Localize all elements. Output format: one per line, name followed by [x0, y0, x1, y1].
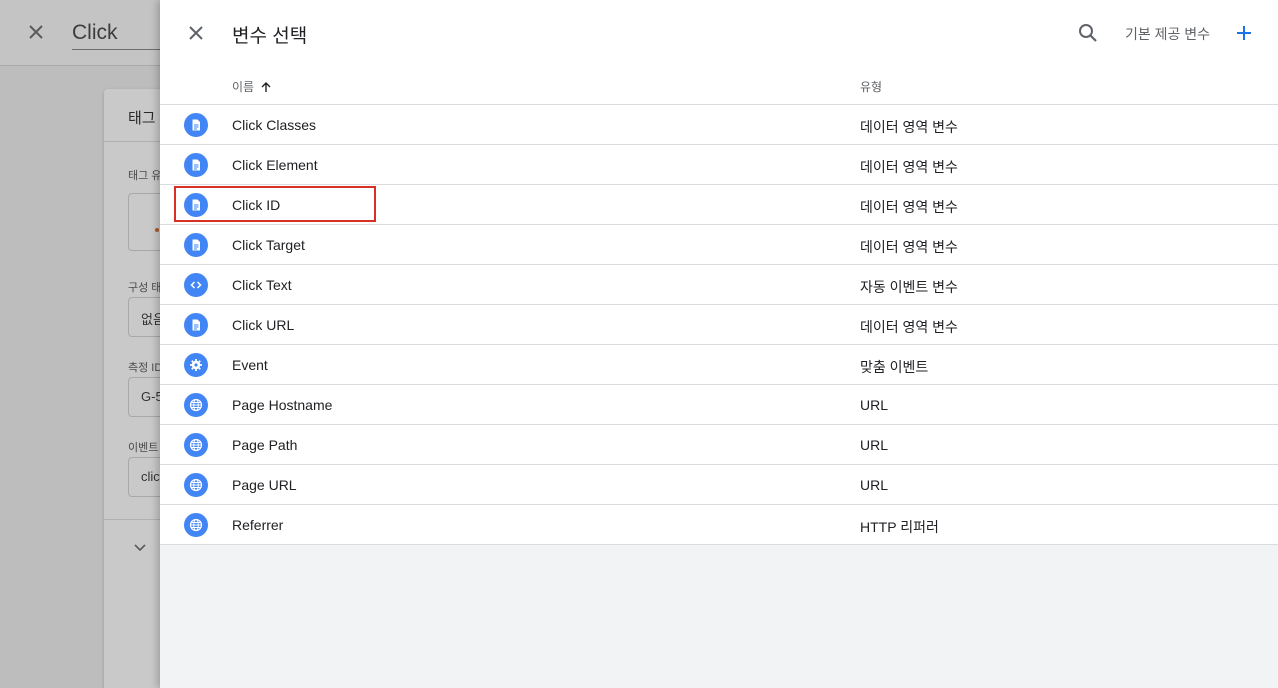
globe-icon — [184, 393, 208, 417]
variables-table: 이름 유형 Click Classes 데이터 영역 변수 Click Elemen… — [160, 66, 1278, 545]
table-row[interactable]: Click Classes 데이터 영역 변수 — [160, 105, 1278, 145]
table-row[interactable]: Page Hostname URL — [160, 385, 1278, 425]
variable-type: 데이터 영역 변수 — [860, 159, 958, 175]
table-row[interactable]: Click ID 데이터 영역 변수 — [160, 185, 1278, 225]
column-header-name-label: 이름 — [232, 80, 255, 94]
variable-name: Click URL — [232, 317, 295, 333]
gear-icon — [184, 353, 208, 377]
table-row[interactable]: Click URL 데이터 영역 변수 — [160, 305, 1278, 345]
globe-icon — [184, 433, 208, 457]
variable-type: 맞춤 이벤트 — [860, 359, 929, 375]
table-row[interactable]: Click Element 데이터 영역 변수 — [160, 145, 1278, 185]
document-icon — [184, 233, 208, 257]
arrow-up-icon — [261, 81, 271, 92]
add-icon[interactable] — [1232, 21, 1256, 45]
variable-type: URL — [860, 437, 889, 453]
background-label: 측정 ID — [128, 362, 163, 374]
variable-name: Referrer — [232, 517, 284, 533]
variable-select-panel: 변수 선택 기본 제공 변수 이름 유형 Click Classes 데이터 영역… — [160, 0, 1278, 688]
column-header-name[interactable]: 이름 — [232, 78, 272, 95]
variable-type: URL — [860, 477, 889, 493]
document-icon — [184, 313, 208, 337]
panel-title: 변수 선택 — [232, 26, 308, 47]
variable-type: 자동 이벤트 변수 — [860, 279, 958, 295]
globe-icon — [184, 473, 208, 497]
variable-type: 데이터 영역 변수 — [860, 119, 958, 135]
variable-type: 데이터 영역 변수 — [860, 319, 958, 335]
variable-name: Click ID — [232, 197, 281, 213]
document-icon — [184, 113, 208, 137]
table-row[interactable]: Referrer HTTP 리퍼러 — [160, 505, 1278, 545]
dot — [155, 228, 159, 232]
table-row[interactable]: Page URL URL — [160, 465, 1278, 505]
variable-name: Page URL — [232, 477, 297, 493]
table-row[interactable]: Event 맞춤 이벤트 — [160, 345, 1278, 385]
variable-type: 데이터 영역 변수 — [860, 199, 958, 215]
chevron-down-icon — [132, 539, 148, 555]
globe-icon — [184, 513, 208, 537]
variable-name: Click Classes — [232, 117, 317, 133]
document-icon — [184, 153, 208, 177]
variable-name: Click Target — [232, 237, 305, 253]
variable-type: URL — [860, 397, 889, 413]
background-card-title: 태그 — [128, 110, 156, 127]
table-header: 이름 유형 — [160, 66, 1278, 105]
document-icon — [184, 193, 208, 217]
variable-type: HTTP 리퍼러 — [860, 519, 939, 535]
background-label: 태그 유 — [128, 170, 162, 182]
background-close-icon — [24, 20, 48, 44]
variable-name: Click Element — [232, 157, 318, 173]
variable-type: 데이터 영역 변수 — [860, 239, 958, 255]
builtin-variables-button[interactable]: 기본 제공 변수 — [1125, 24, 1210, 44]
variable-name: Click Text — [232, 277, 292, 293]
background-label: 구성 태 — [128, 282, 162, 294]
search-icon[interactable] — [1076, 21, 1100, 45]
table-row[interactable]: Page Path URL — [160, 425, 1278, 465]
variable-name: Page Hostname — [232, 397, 333, 413]
table-body: Click Classes 데이터 영역 변수 Click Element 데이터 영… — [160, 105, 1278, 545]
panel-header: 변수 선택 기본 제공 변수 — [160, 0, 1278, 66]
code-icon — [184, 273, 208, 297]
variable-name: Page Path — [232, 437, 298, 453]
column-header-type: 유형 — [860, 80, 883, 94]
table-row[interactable]: Click Target 데이터 영역 변수 — [160, 225, 1278, 265]
table-row[interactable]: Click Text 자동 이벤트 변수 — [160, 265, 1278, 305]
variable-name: Event — [232, 357, 268, 373]
close-icon[interactable] — [184, 21, 208, 45]
background-label: 이벤트 — [128, 442, 159, 454]
